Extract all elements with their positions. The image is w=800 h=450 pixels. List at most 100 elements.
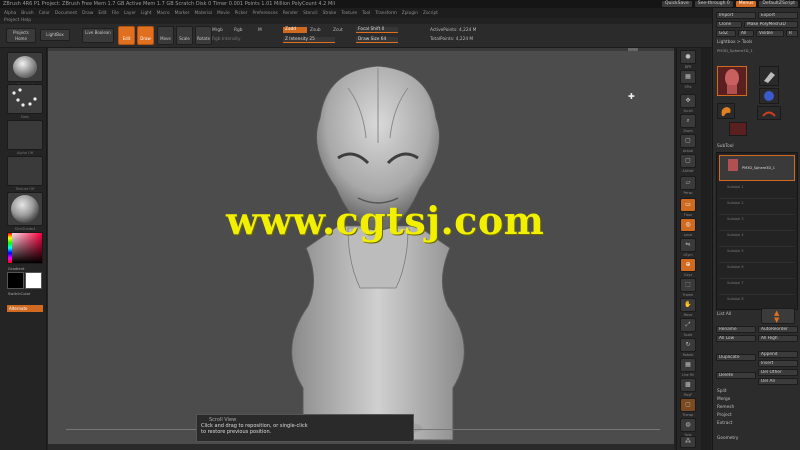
menu-transform[interactable]: Transform: [375, 11, 396, 16]
lsym-button[interactable]: ⇋: [680, 238, 696, 252]
transp-button[interactable]: ▢: [680, 398, 696, 412]
main-color-swatch[interactable]: [7, 272, 24, 289]
menu-alpha[interactable]: Alpha: [4, 11, 16, 16]
z-intensity-slider[interactable]: Z Intensity 25: [283, 37, 335, 43]
alternate-button[interactable]: Alternate: [7, 305, 43, 312]
scale-view-button[interactable]: ⤢: [680, 318, 696, 332]
polymesh-tool-thumbnail[interactable]: [757, 106, 781, 120]
draw-size-slider[interactable]: Draw Size 64: [356, 37, 398, 43]
scroll-button[interactable]: ✥: [680, 94, 696, 108]
clone-button[interactable]: Clone: [716, 21, 742, 28]
subtool-slot-6[interactable]: Subtool 6: [719, 263, 795, 279]
quicksave-button[interactable]: QuickSave: [661, 1, 692, 7]
rotate-view-button[interactable]: ↻: [680, 338, 696, 352]
menu-draw[interactable]: Draw: [82, 11, 93, 16]
projects-home-button[interactable]: Projects Home: [6, 28, 36, 43]
menus-button[interactable]: Menus: [735, 1, 757, 7]
simple-brush-thumbnail[interactable]: [717, 103, 735, 119]
switch-color-button[interactable]: SwitchColor: [8, 291, 30, 296]
alien-bust-model[interactable]: [48, 48, 674, 444]
secondary-color-swatch[interactable]: [25, 272, 42, 289]
gradient-label[interactable]: Gradient: [8, 266, 25, 271]
alien-small-thumbnail[interactable]: [729, 122, 747, 136]
see-through-slider[interactable]: See-through 0: [694, 1, 733, 7]
lightbox-button[interactable]: LightBox: [40, 29, 70, 41]
menu-brush[interactable]: Brush: [21, 11, 33, 16]
floor-button[interactable]: ▭: [680, 198, 696, 212]
menu-texture[interactable]: Texture: [341, 11, 357, 16]
menu-file[interactable]: File: [112, 11, 119, 16]
hue-strip[interactable]: [8, 233, 12, 263]
make-polymesh-button[interactable]: Make PolyMesh3D: [744, 21, 798, 28]
menu-movie[interactable]: Movie: [217, 11, 230, 16]
menu-edit[interactable]: Edit: [98, 11, 106, 16]
xpose-button[interactable]: ⁂: [680, 436, 696, 448]
project-section[interactable]: Project: [717, 413, 732, 418]
subtool-slot-1[interactable]: Subtool 1: [719, 183, 795, 199]
del-all-button[interactable]: Del All: [758, 378, 798, 385]
cylinder-tool-thumbnail[interactable]: [759, 66, 779, 86]
menu-picker[interactable]: Picker: [235, 11, 248, 16]
auto-reorder-button[interactable]: AutoReorder: [758, 326, 798, 333]
material-selector[interactable]: [7, 192, 43, 226]
delete-button[interactable]: Delete: [716, 372, 756, 379]
document-canvas[interactable]: www.cgtsj.com ✚ Scroll View Click and dr…: [48, 48, 674, 444]
frame-button[interactable]: ⬚: [680, 278, 696, 292]
edit-button[interactable]: Edit: [118, 26, 135, 45]
list-all-button[interactable]: List All: [717, 312, 731, 317]
default-zscript-button[interactable]: DefaultZScript: [759, 1, 798, 7]
merge-section[interactable]: Merge: [717, 397, 730, 402]
import-button[interactable]: Import: [716, 12, 756, 19]
r-button[interactable]: R: [786, 30, 798, 37]
actual-button[interactable]: ▢: [680, 134, 696, 148]
duplicate-button[interactable]: Duplicate: [716, 354, 756, 361]
subtool-slot-4[interactable]: Subtool 4: [719, 231, 795, 247]
menu-stencil[interactable]: Stencil: [303, 11, 318, 16]
stroke-selector[interactable]: [7, 84, 43, 114]
line-fill-button[interactable]: ▦: [680, 358, 696, 372]
rgb-intensity-slider[interactable]: Rgb Intensity: [212, 37, 241, 42]
menu-macro[interactable]: Macro: [157, 11, 170, 16]
export-button[interactable]: Export: [758, 12, 798, 19]
focal-shift-slider[interactable]: Focal Shift 0: [356, 27, 398, 33]
subtool-slot-2[interactable]: Subtool 2: [719, 199, 795, 215]
all-low-button[interactable]: All Low: [716, 335, 756, 342]
zoom-button[interactable]: ⌕: [680, 114, 696, 128]
rename-button[interactable]: Rename: [716, 326, 756, 333]
subtool-arrows[interactable]: ▲ ▼: [761, 308, 795, 324]
live-boolean-button[interactable]: Live Boolean: [82, 28, 114, 43]
bpr-button[interactable]: ●: [680, 50, 696, 64]
project-help-menu[interactable]: Project Help: [4, 18, 31, 23]
menu-material[interactable]: Material: [194, 11, 211, 16]
menu-render[interactable]: Render: [283, 11, 298, 16]
brush-selector[interactable]: [7, 52, 43, 82]
del-other-button[interactable]: Del Other: [758, 369, 798, 376]
subtool-slot-3[interactable]: Subtool 3: [719, 215, 795, 231]
extract-section[interactable]: Extract: [717, 421, 732, 426]
goz-button[interactable]: GoZ: [716, 30, 736, 37]
menu-document[interactable]: Document: [55, 11, 77, 16]
split-section[interactable]: Split: [717, 389, 727, 394]
all-button[interactable]: All: [738, 30, 754, 37]
move-button[interactable]: Move: [157, 26, 174, 45]
sphere-tool-thumbnail[interactable]: [759, 88, 779, 104]
subtool-slot-5[interactable]: Subtool 5: [719, 247, 795, 263]
m-toggle[interactable]: M: [258, 28, 262, 33]
insert-button[interactable]: Insert: [758, 360, 798, 367]
zsub-toggle[interactable]: Zsub: [310, 28, 321, 33]
all-high-button[interactable]: All High: [758, 335, 798, 342]
polyf-button[interactable]: ▩: [680, 378, 696, 392]
subtool-slot-7[interactable]: Subtool 7: [719, 279, 795, 295]
zadd-toggle[interactable]: Zadd: [283, 27, 307, 33]
rotate-button[interactable]: Rotate: [195, 26, 212, 45]
texture-selector[interactable]: [7, 156, 43, 186]
rgb-toggle[interactable]: Rgb: [234, 28, 242, 33]
current-tool-thumbnail[interactable]: [717, 66, 747, 96]
menu-preferences[interactable]: Preferences: [252, 11, 277, 16]
menu-tool[interactable]: Tool: [362, 11, 370, 16]
lightbox-tools-link[interactable]: Lightbox > Tools: [717, 40, 752, 45]
aahalf-button[interactable]: ▢: [680, 154, 696, 168]
menu-stroke[interactable]: Stroke: [323, 11, 337, 16]
menu-zscript[interactable]: Zscript: [423, 11, 438, 16]
scale-button[interactable]: Scale: [176, 26, 193, 45]
